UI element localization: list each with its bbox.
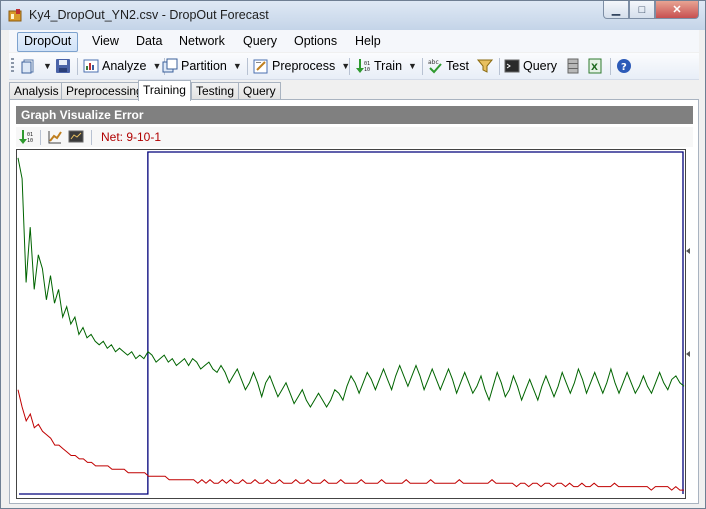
plot-frame: [16, 149, 686, 499]
network-topology-label: Net: 9-10-1: [101, 130, 162, 144]
menu-bar: DropOut View Data Network Query Options …: [9, 30, 699, 52]
svg-text:10: 10: [364, 67, 370, 73]
main-toolbar: ▼ Analyze ▼ Partition ▼ Preprocess ▼ 01 1…: [9, 53, 699, 80]
close-button[interactable]: ✕: [655, 1, 699, 19]
toolbar-grip[interactable]: [11, 58, 14, 74]
menu-help[interactable]: Help: [349, 32, 387, 50]
open-button[interactable]: ▼: [21, 56, 52, 76]
chevron-down-icon: ▼: [43, 61, 52, 71]
query-label: Query: [523, 59, 558, 73]
training-panel: Graph Visualize Error 01 10 Net: 9-10-1: [9, 99, 699, 504]
menu-options[interactable]: Options: [288, 32, 343, 50]
train-icon: 0110: [356, 59, 370, 73]
open-file-icon: [21, 59, 34, 74]
error-graph: [16, 149, 686, 499]
train-button[interactable]: 01 10 Train ▼: [355, 56, 417, 76]
menu-query[interactable]: Query: [237, 32, 283, 50]
test-label: Test: [446, 59, 469, 73]
query-button[interactable]: Query: [504, 56, 557, 76]
panel-header: Graph Visualize Error: [16, 106, 693, 124]
help-icon: ?: [617, 59, 631, 73]
preprocess-icon: [253, 59, 268, 74]
svg-text:10: 10: [27, 138, 33, 144]
test-button[interactable]: abc Test: [427, 56, 469, 76]
graph-settings-icon[interactable]: [68, 129, 84, 145]
graph-toolbar: 01 10 Net: 9-10-1: [16, 127, 693, 147]
database-icon: [567, 58, 579, 74]
menu-view[interactable]: View: [86, 32, 125, 50]
splitter-arrow-icon[interactable]: [686, 351, 690, 357]
tab-testing[interactable]: Testing: [191, 82, 240, 100]
svg-text:?: ?: [621, 62, 627, 73]
chevron-down-icon: ▼: [232, 61, 242, 71]
filter-icon: [477, 59, 493, 73]
partition-button[interactable]: Partition ▼: [162, 56, 242, 76]
preprocess-label: Preprocess: [272, 59, 336, 73]
chart-axes-icon[interactable]: [47, 129, 63, 145]
preprocess-button[interactable]: Preprocess ▼: [253, 56, 350, 76]
console-icon: [504, 59, 520, 73]
title-bar[interactable]: Ky4_DropOut_YN2.csv - DropOut Forecast ▁…: [1, 1, 705, 30]
menu-dropout[interactable]: DropOut: [17, 32, 79, 52]
save-button[interactable]: [55, 56, 71, 76]
app-window: Ky4_DropOut_YN2.csv - DropOut Forecast ▁…: [0, 0, 706, 509]
filter-button[interactable]: [477, 56, 493, 76]
database-button[interactable]: [565, 56, 581, 76]
menu-network[interactable]: Network: [173, 32, 231, 50]
tab-training[interactable]: Training: [138, 80, 191, 101]
app-icon: [8, 9, 22, 22]
analyze-label: Analyze: [102, 59, 147, 73]
save-icon: [56, 59, 70, 73]
help-button[interactable]: ?: [616, 56, 632, 76]
partition-label: Partition: [181, 59, 227, 73]
svg-text:abc: abc: [428, 59, 439, 66]
excel-icon: X: [588, 58, 602, 74]
spellcheck-icon: abc: [428, 59, 442, 74]
svg-text:X: X: [591, 63, 598, 73]
train-label: Train: [374, 59, 403, 73]
chevron-down-icon: ▼: [152, 61, 162, 71]
tab-preprocessing[interactable]: Preprocessing: [61, 82, 148, 100]
partition-icon: [162, 58, 178, 73]
chevron-down-icon: ▼: [408, 61, 417, 71]
excel-export-button[interactable]: X: [587, 56, 603, 76]
analyze-icon: [83, 59, 99, 73]
analyze-button[interactable]: Analyze ▼: [83, 56, 161, 76]
splitter-arrow-icon[interactable]: [686, 248, 690, 254]
tab-analysis[interactable]: Analysis: [9, 82, 64, 100]
tab-query[interactable]: Query: [238, 82, 281, 100]
minimize-button[interactable]: ▁: [603, 1, 629, 19]
window-title: Ky4_DropOut_YN2.csv - DropOut Forecast: [29, 8, 269, 22]
menu-data[interactable]: Data: [130, 32, 168, 50]
maximize-button[interactable]: □: [629, 1, 655, 19]
train-network-icon[interactable]: 0110: [18, 129, 34, 145]
